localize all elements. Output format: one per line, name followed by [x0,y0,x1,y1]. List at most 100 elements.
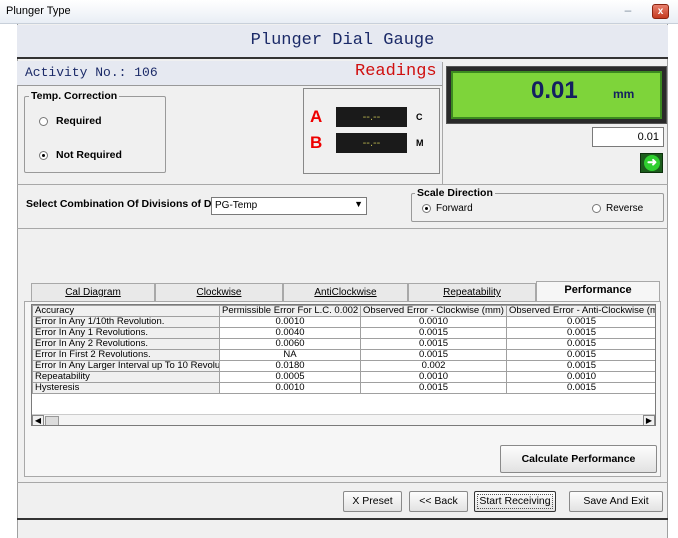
table-cell[interactable]: 0.0015 [506,349,655,361]
scale-direction-legend: Scale Direction [415,187,495,199]
divisions-dropdown[interactable]: PG-Temp ▼ [211,197,367,215]
table-cell: Error In Any Larger Interval up To 10 Re… [32,360,220,372]
table-cell: Error In Any 1/10th Revolution. [32,316,220,328]
divisions-dropdown-value: PG-Temp [215,200,258,211]
bottom-border [17,518,668,520]
label-a: A [310,107,323,126]
performance-grid: Accuracy Permissible Error For L.C. 0.00… [32,305,655,394]
table-cell: Repeatability [32,371,220,383]
table-cell[interactable]: 0.0015 [506,316,655,328]
tab-repeatability[interactable]: Repeatability [408,283,536,301]
preset-button[interactable]: X Preset [343,491,402,512]
back-button[interactable]: << Back [409,491,468,512]
table-row: Error In Any Larger Interval up To 10 Re… [32,360,655,372]
radio-not-required[interactable]: Not Required [39,149,149,163]
temp-correction-legend: Temp. Correction [29,90,120,102]
calculate-performance-button[interactable]: Calculate Performance [500,445,657,473]
column-header: Observed Error - Anti-Clockwise (mm) [506,305,655,317]
go-button[interactable]: ➜ [640,153,663,173]
activity-number: Activity No.: 106 [25,65,158,80]
column-header: Permissible Error For L.C. 0.002 mm [219,305,361,317]
scroll-left-icon[interactable]: ◀ [32,415,44,425]
arrow-right-icon: ➜ [644,155,660,171]
tab-label: AntiClockwise [314,287,377,298]
tab-label: Performance [564,284,632,296]
save-and-exit-button[interactable]: Save And Exit [569,491,663,512]
activity-row: Activity No.: 106 Readings [17,61,442,86]
table-cell[interactable]: 0.0010 [360,371,507,383]
table-cell[interactable]: 0.0010 [219,382,361,394]
unit-b: M [416,138,424,148]
header: Plunger Dial Gauge [17,25,668,59]
tab-label: Cal Diagram [65,287,121,298]
scroll-thumb[interactable] [45,416,59,425]
table-cell: Error In Any 2 Revolutions. [32,338,220,350]
radio-forward-label: Forward [436,203,473,214]
radio-not-required-label: Not Required [56,149,122,161]
tab-label: Clockwise [196,287,242,298]
minimize-icon[interactable]: – [616,3,640,19]
divider-1 [17,184,668,185]
page-title: Plunger Dial Gauge [250,31,435,50]
table-cell[interactable]: 0.0010 [219,316,361,328]
radio-required-indicator[interactable] [39,117,48,126]
tab-anticlockwise[interactable]: AntiClockwise [283,283,408,301]
tab-label: Repeatability [443,287,501,298]
table-cell[interactable]: 0.0015 [360,382,507,394]
radio-reverse-label: Reverse [606,203,644,214]
table-cell[interactable]: 0.0015 [506,360,655,372]
table-header-row: Accuracy Permissible Error For L.C. 0.00… [32,305,655,317]
start-receiving-button[interactable]: Start Receiving [474,491,556,512]
radio-not-required-indicator[interactable] [39,151,48,160]
horizontal-scrollbar[interactable]: ◀ ▶ [32,414,655,425]
table-cell[interactable]: 0.0015 [360,349,507,361]
close-button[interactable]: x [652,4,669,19]
scale-direction-group: Scale Direction Forward Reverse [411,187,664,222]
label-b: B [310,133,323,152]
value-a: --.-- [336,107,407,127]
table-row: Error In Any 2 Revolutions. 0.0060 0.001… [32,338,655,350]
chevron-down-icon[interactable]: ▼ [354,199,363,209]
table-cell[interactable]: 0.0015 [360,327,507,339]
value-input[interactable]: 0.01 [592,127,664,147]
tab-performance[interactable]: Performance [536,281,660,301]
table-cell[interactable]: 0.0005 [219,371,361,383]
unit-a: C [416,112,423,122]
tab-cal-diagram[interactable]: Cal Diagram [31,283,155,301]
vertical-divider [442,62,443,184]
radio-forward[interactable]: Forward [422,203,502,216]
table-cell[interactable]: 0.0180 [219,360,361,372]
title-bar: Plunger Type – x [0,0,678,24]
table-row: Error In First 2 Revolutions. NA 0.0015 … [32,349,655,361]
table-cell[interactable]: 0.0040 [219,327,361,339]
table-cell[interactable]: 0.0010 [360,316,507,328]
table-row: Hysteresis 0.0010 0.0015 0.0015 [32,382,655,394]
table-cell[interactable]: 0.002 [360,360,507,372]
value-b: --.-- [336,133,407,153]
performance-table: Accuracy Permissible Error For L.C. 0.00… [31,304,656,426]
table-cell[interactable]: 0.0010 [506,371,655,383]
window-title: Plunger Type [6,5,71,17]
table-cell: Error In Any 1 Revolutions. [32,327,220,339]
radio-reverse[interactable]: Reverse [592,203,662,216]
table-cell[interactable]: 0.0015 [360,338,507,350]
tab-clockwise[interactable]: Clockwise [155,283,283,301]
radio-required-label: Required [56,115,102,127]
radio-reverse-indicator[interactable] [592,204,601,213]
divider-3 [17,482,668,483]
table-cell[interactable]: 0.0015 [506,338,655,350]
radio-required[interactable]: Required [39,115,149,129]
table-cell: Error In First 2 Revolutions. [32,349,220,361]
divisions-label: Select Combination Of Divisions of Dial … [26,198,230,210]
column-header: Accuracy [32,305,220,317]
table-cell[interactable]: 0.0060 [219,338,361,350]
table-cell[interactable]: NA [219,349,361,361]
ab-readings-box: A --.-- C B --.-- M [303,88,440,174]
main-display-unit: mm [613,87,635,101]
divider-2 [17,228,668,229]
table-cell[interactable]: 0.0015 [506,382,655,394]
scroll-right-icon[interactable]: ▶ [643,415,655,425]
radio-forward-indicator[interactable] [422,204,431,213]
table-row: Error In Any 1/10th Revolution. 0.0010 0… [32,316,655,328]
table-cell[interactable]: 0.0015 [506,327,655,339]
